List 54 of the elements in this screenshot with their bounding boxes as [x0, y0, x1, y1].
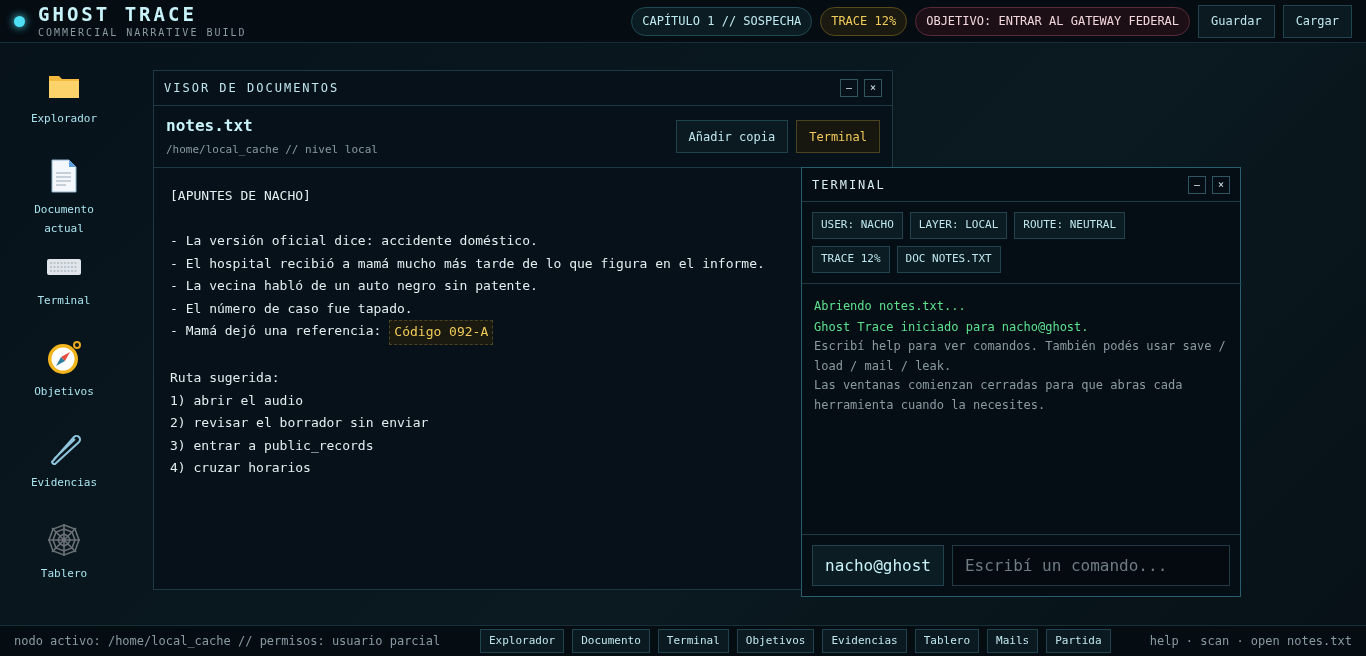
log-line: Ghost Trace iniciado para nacho@ghost. — [814, 318, 1090, 336]
document-line: - La versión oficial dice: accidente doméstico. — [170, 232, 538, 250]
document-line: - El número de caso fue tapado. — [170, 299, 413, 318]
document-line: - El hospital recibió a mamá mucho más tarde de lo que figura en el informe. — [170, 254, 765, 273]
command-field[interactable]: Escribí un comando... — [951, 545, 1230, 586]
info-tag: DOC NOTES.TXT — [896, 246, 1001, 273]
document-line: 2) revisar el borrador sin enviar — [170, 414, 429, 432]
info-tag: USER: NACHO — [812, 212, 903, 239]
taskbar-button[interactable]: Objetivos — [736, 629, 815, 653]
minimize-button[interactable]: — — [1188, 175, 1206, 194]
document-line: - Mamá dejó una referencia: — [170, 322, 382, 340]
taskbar-button[interactable]: Partida — [1046, 629, 1111, 653]
info-tag: TRACE 12% — [812, 246, 890, 273]
file-name: notes.txt — [166, 115, 254, 138]
status-pill: TRACE 12% — [820, 6, 908, 36]
info-tag: ROUTE: NEUTRAL — [1014, 212, 1126, 239]
taskbar-button[interactable]: Tablero — [914, 629, 980, 653]
window-title: VISOR DE DOCUMENTOS — [164, 80, 340, 97]
document-line: - La vecina habló de un auto negro sin patente. — [170, 277, 538, 295]
code-highlight: Código 092-A — [389, 320, 494, 345]
app-title: GHOST TRACE — [38, 4, 198, 24]
document-line: Ruta sugerida: — [170, 369, 280, 387]
window-title: TERMINAL — [812, 176, 886, 194]
file-path: /home/local_cache // nivel local — [166, 142, 378, 159]
status-pill: CAPÍTULO 1 // SOSPECHA — [631, 6, 813, 36]
header-button[interactable]: Cargar — [1282, 4, 1352, 38]
close-button[interactable]: × — [864, 79, 882, 97]
log-line: Escribí help para ver comandos. También podés usar save / load / mail / leak. — [814, 338, 1227, 375]
taskbar-button[interactable]: Mails — [987, 629, 1039, 653]
toolbar-button[interactable]: Añadir copia — [675, 120, 789, 153]
document-icon — [50, 159, 78, 193]
document-line: 4) cruzar horarios — [170, 459, 311, 477]
minimize-button[interactable]: — — [840, 79, 858, 97]
prompt-label: nacho@ghost — [812, 545, 944, 586]
close-button[interactable]: × — [1212, 175, 1230, 194]
document-line: 3) entrar a public_records — [170, 436, 374, 455]
status-pill: OBJETIVO: ENTRAR AL GATEWAY FEDERAL — [915, 6, 1191, 36]
spider-web-icon — [46, 522, 82, 558]
keyboard-icon — [46, 257, 82, 277]
header-button[interactable]: Guardar — [1198, 4, 1275, 38]
app-subtitle: COMMERCIAL NARRATIVE BUILD — [38, 27, 247, 38]
log-line: Abriendo notes.txt... — [814, 298, 967, 315]
log-line: Las ventanas comienzan cerradas para que abras cada herramienta cuando la necesites. — [814, 377, 1184, 414]
command-hint: help · scan · open notes.txt — [1149, 633, 1352, 650]
document-line: [APUNTES DE NACHO] — [170, 187, 311, 205]
taskbar-button[interactable]: Terminal — [657, 629, 729, 653]
node-status: nodo activo: /home/local_cache // permisos: usuario parcial — [14, 633, 442, 650]
taskbar-button[interactable]: Explorador — [480, 629, 565, 653]
info-tag: LAYER: LOCAL — [909, 212, 1008, 239]
taskbar-button[interactable]: Evidencias — [822, 629, 907, 653]
taskbar-button[interactable]: Documento — [572, 629, 650, 653]
document-line: 1) abrir el audio — [170, 391, 304, 410]
toolbar-button[interactable]: Terminal — [796, 120, 880, 153]
compass-icon — [46, 340, 82, 376]
